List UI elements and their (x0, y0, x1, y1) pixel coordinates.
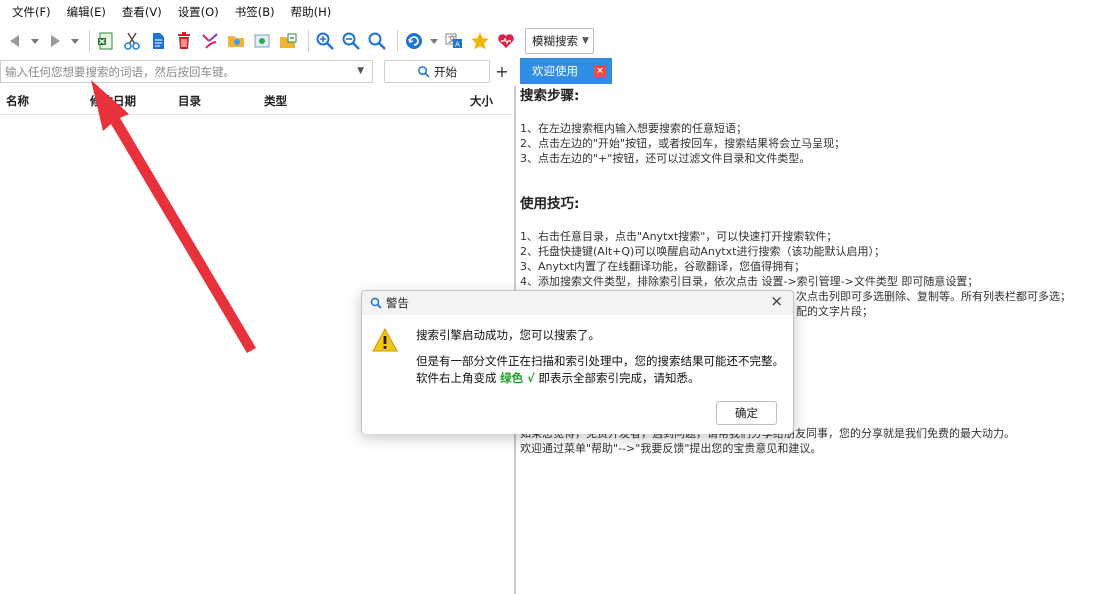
heart-icon[interactable] (495, 30, 517, 52)
dialog-message-text: 即表示全部索引完成，请知悉。 (538, 371, 700, 385)
document-icon[interactable] (147, 30, 169, 52)
green-check-text: 绿色 √ (500, 371, 535, 385)
refresh-icon[interactable] (403, 30, 425, 52)
menu-edit[interactable]: 编辑(E) (59, 0, 114, 24)
tab-welcome-label: 欢迎使用 (532, 64, 578, 78)
app-search-icon (370, 297, 382, 309)
dialog-body: 搜索引擎启动成功，您可以搜索了。 但是有一部分文件正在扫描和索引处理中，您的搜索… (362, 315, 793, 434)
zoom-out-icon[interactable] (340, 30, 362, 52)
forward-dropdown-icon[interactable] (70, 30, 80, 52)
tip-line: 次点击列即可多选删除、复制等。所有列表栏都可多选； (796, 290, 1071, 303)
folder-search-icon[interactable] (225, 30, 247, 52)
menu-file[interactable]: 文件(F) (4, 0, 59, 24)
back-dropdown-icon[interactable] (30, 30, 40, 52)
search-row: 输入任何您想要搜索的词语，然后按回车键。 ▼ 开始 + (0, 58, 515, 84)
star-icon[interactable] (469, 30, 491, 52)
warning-icon (372, 328, 398, 352)
toolbar-separator (397, 29, 398, 52)
warning-dialog: 警告 × 搜索引擎启动成功，您可以搜索了。 但是有一部分文件正在扫描和索引处理中… (361, 290, 794, 434)
tip-line: 1、右击任意目录，点击"Anytxt搜索"，可以快速打开搜索软件； (520, 230, 838, 243)
step-line: 1、在左边搜索框内输入想要搜索的任意短语； (520, 122, 747, 135)
search-steps-heading: 搜索步骤: (520, 88, 580, 104)
zoom-in-icon[interactable] (314, 30, 336, 52)
menu-view[interactable]: 查看(V) (114, 0, 170, 24)
search-input[interactable]: 输入任何您想要搜索的词语，然后按回车键。 ▼ (0, 60, 373, 83)
column-size[interactable]: 大小 (470, 93, 493, 109)
results-header: 名称 修改日期 目录 类型 大小 (0, 86, 513, 115)
ok-button[interactable]: 确定 (716, 401, 777, 425)
tip-line: 配的文字片段； (796, 305, 873, 318)
tip-line: 2、托盘快捷键(Alt+Q)可以唤醒启动Anytxt进行搜索（该功能默认启用）； (520, 245, 885, 258)
column-modified-date[interactable]: 修改日期 (90, 93, 136, 109)
menu-bar: 文件(F) 编辑(E) 查看(V) 设置(O) 书签(B) 帮助(H) (0, 0, 1114, 24)
dialog-close-button[interactable]: × (770, 292, 783, 310)
folder-copy-icon[interactable] (277, 30, 299, 52)
step-line: 2、点击左边的"开始"按钮，或者按回车，搜索结果将会立马呈现； (520, 137, 846, 150)
dialog-title: 警告 (386, 296, 409, 310)
tip-line: 3、Anytxt内置了在线翻译功能，谷歌翻译，您值得拥有； (520, 260, 806, 273)
column-name[interactable]: 名称 (6, 93, 29, 109)
tip-line: 4、添加搜索文件类型，排除索引目录，依次点击 设置->索引管理->文件类型 即可… (520, 275, 979, 288)
translate-icon[interactable]: 文A (443, 30, 465, 52)
close-tab-icon[interactable]: × (594, 65, 606, 77)
folder-open-icon[interactable] (251, 30, 273, 52)
footer-line: 欢迎通过菜单"帮助"-->"我要反馈"提出您的宝贵意见和建议。 (520, 442, 822, 455)
toolbar: 文A 模糊搜索 ▼ (0, 24, 1114, 57)
chevron-down-icon: ▼ (582, 35, 589, 46)
excel-export-icon[interactable] (95, 30, 117, 52)
tab-welcome[interactable]: 欢迎使用 × (520, 58, 612, 84)
dialog-message-line2: 但是有一部分文件正在扫描和索引处理中，您的搜索结果可能还不完整。 (416, 354, 784, 368)
menu-help[interactable]: 帮助(H) (283, 0, 340, 24)
search-history-dropdown-icon[interactable]: ▼ (357, 66, 364, 76)
trash-icon[interactable] (173, 30, 195, 52)
search-mode-select[interactable]: 模糊搜索 ▼ (525, 27, 594, 54)
dialog-message-text: 软件右上角变成 (416, 371, 497, 385)
back-arrow-icon[interactable] (4, 30, 26, 52)
toolbar-separator (89, 29, 90, 52)
menu-bookmarks[interactable]: 书签(B) (227, 0, 283, 24)
dialog-message-line1: 搜索引擎启动成功，您可以搜索了。 (416, 328, 600, 342)
column-directory[interactable]: 目录 (178, 93, 201, 109)
dialog-message-line3: 软件右上角变成 绿色 √ 即表示全部索引完成，请知悉。 (416, 370, 700, 386)
search-mode-label: 模糊搜索 (532, 33, 578, 48)
clean-icon[interactable] (199, 30, 221, 52)
column-type[interactable]: 类型 (264, 93, 287, 109)
start-search-label: 开始 (434, 64, 457, 79)
scissors-icon[interactable] (121, 30, 143, 52)
step-line: 3、点击左边的"+"按钮，还可以过滤文件目录和文件类型。 (520, 152, 811, 165)
toolbar-separator (308, 29, 309, 52)
tips-heading: 使用技巧: (520, 196, 580, 212)
svg-text:A: A (455, 40, 460, 48)
zoom-reset-icon[interactable] (366, 30, 388, 52)
start-search-button[interactable]: 开始 (384, 60, 490, 83)
search-placeholder: 输入任何您想要搜索的词语，然后按回车键。 (5, 64, 235, 79)
forward-arrow-icon[interactable] (44, 30, 66, 52)
menu-settings[interactable]: 设置(O) (170, 0, 227, 24)
search-icon (418, 66, 430, 78)
dialog-titlebar: 警告 × (362, 291, 793, 315)
add-filter-button[interactable]: + (492, 60, 512, 83)
refresh-dropdown-icon[interactable] (429, 30, 439, 52)
